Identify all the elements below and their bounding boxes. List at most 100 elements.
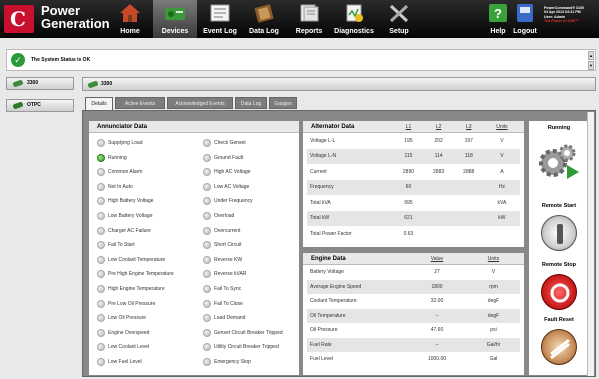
annunciator-label: Short Circuit bbox=[214, 242, 242, 249]
annunciator-label: Genset Circuit Breaker Tripped bbox=[214, 329, 283, 336]
annunciator-indicator: Reverse KW bbox=[203, 255, 242, 264]
status-led-icon bbox=[203, 270, 211, 279]
annunciator-indicator: High AC Voltage bbox=[203, 168, 250, 177]
status-led-icon bbox=[203, 328, 211, 337]
device-item-3300[interactable]: 3300 bbox=[6, 77, 74, 90]
annunciator-label: Emergency Stop bbox=[214, 359, 251, 365]
status-led-icon bbox=[203, 299, 211, 308]
nav-logout[interactable]: Logout bbox=[512, 0, 538, 38]
engine-cell-units: degF bbox=[467, 308, 520, 323]
device-item-otpc[interactable]: OTPC bbox=[6, 99, 74, 112]
alternator-row: Frequency 60 Hz bbox=[307, 179, 520, 195]
annunciator-label: Low Coolant Temperature bbox=[108, 256, 166, 263]
fault-reset-button[interactable] bbox=[541, 329, 577, 365]
nav-setup[interactable]: Setup bbox=[384, 0, 414, 38]
alternator-row: Current 2890 2883 2888 A bbox=[307, 164, 520, 180]
nav-home[interactable]: Home bbox=[113, 0, 147, 38]
transfer-switch-icon bbox=[12, 101, 24, 110]
status-led-icon bbox=[203, 285, 211, 293]
alternator-cell-units: V bbox=[483, 148, 520, 164]
annunciator-indicator: Fail To Sync bbox=[203, 285, 241, 293]
genset-state-label: Running bbox=[547, 125, 571, 131]
alternator-row: Total kW 621 kW bbox=[307, 210, 520, 226]
nav-reports[interactable]: Reports bbox=[291, 0, 327, 38]
annunciator-label: Low Battery Voltage bbox=[108, 213, 153, 219]
annunciator-label: Ground Fault bbox=[214, 154, 244, 161]
detail-tabs: Details Active Events Acknowledged Event… bbox=[82, 97, 596, 111]
tab-data-log[interactable]: Data Log bbox=[235, 97, 267, 109]
alternator-cell-l3: 197 bbox=[464, 137, 473, 144]
nav-diagnostics[interactable]: Diagnostics bbox=[330, 0, 378, 38]
annunciator-indicator: Load Demand bbox=[203, 314, 245, 323]
engine-row: Fuel Level 1000.00 Gal bbox=[307, 352, 520, 367]
annunciator-label: Fail To Sync bbox=[214, 286, 242, 292]
annunciator-panel: Annunciator Data Supplying Load Running Co… bbox=[89, 121, 299, 375]
engine-row: Oil Temperature -- degF bbox=[307, 308, 520, 323]
alternator-cell-units: kVA bbox=[497, 199, 507, 206]
annunciator-label: Charger AC Failure bbox=[108, 227, 151, 234]
setup-icon bbox=[389, 4, 409, 23]
annunciator-indicator: Fail To Close bbox=[203, 299, 243, 308]
alternator-cell-l2: 2883 bbox=[433, 168, 445, 175]
engine-header-units: Units bbox=[487, 256, 500, 262]
engine-cell-value: 27 bbox=[434, 269, 440, 276]
tab-gauges[interactable]: Gauges bbox=[269, 97, 297, 109]
alternator-table: L1 L2 L3 Units Voltage L-L 195 202 197 V Volt… bbox=[307, 121, 520, 242]
engine-row: Average Engine Speed 1800 rpm bbox=[307, 279, 520, 294]
start-icon bbox=[557, 224, 563, 244]
tab-details[interactable]: Details bbox=[85, 97, 113, 110]
annunciator-indicator: Reverse kVAR bbox=[203, 270, 247, 279]
engine-cell-label: Average Engine Speed bbox=[307, 279, 407, 294]
brand-title: Power Generation bbox=[41, 3, 110, 31]
annunciator-label: Low Fuel Level bbox=[108, 359, 142, 365]
alternator-cell-l1: 60 bbox=[393, 179, 424, 195]
top-navigation-bar: C Power Generation Home Devices Event Lo… bbox=[0, 0, 599, 38]
alternator-row: Voltage L-L 195 202 197 V bbox=[307, 133, 520, 149]
alternator-cell-l2 bbox=[424, 195, 454, 211]
device-list: 3300 OTPC bbox=[6, 77, 76, 377]
nav-help[interactable]: ? Help bbox=[488, 0, 508, 38]
annunciator-title: Annunciator Data bbox=[89, 121, 299, 133]
nav-data-log[interactable]: Data Log bbox=[245, 0, 283, 38]
annunciator-label: High Engine Temperature bbox=[108, 286, 165, 292]
content-scrollbar[interactable] bbox=[587, 112, 594, 376]
tab-active-events[interactable]: Active Events bbox=[115, 97, 165, 109]
status-led-icon bbox=[203, 153, 211, 162]
annunciator-label: Reverse kVAR bbox=[214, 271, 247, 278]
remote-start-button[interactable] bbox=[541, 215, 577, 251]
remote-stop-button[interactable] bbox=[541, 274, 577, 310]
logout-icon bbox=[517, 4, 533, 22]
event-log-icon bbox=[210, 4, 230, 22]
annunciator-indicator: Running bbox=[97, 153, 127, 162]
annunciator-indicator: Not In Auto bbox=[97, 182, 133, 191]
annunciator-indicator: Supplying Load bbox=[97, 139, 142, 147]
status-led-icon bbox=[203, 197, 211, 206]
nav-event-log[interactable]: Event Log bbox=[200, 0, 240, 38]
status-scroll-up-button[interactable]: ▲ bbox=[588, 51, 594, 60]
annunciator-indicator: Check Genset bbox=[203, 139, 246, 147]
device-header: 3300 bbox=[82, 77, 596, 91]
alternator-cell-label: Total Power Factor bbox=[310, 230, 352, 237]
data-log-icon bbox=[254, 4, 274, 23]
engine-cell-value: 32.00 bbox=[430, 298, 444, 305]
tab-acknowledged-events[interactable]: Acknowledged Events bbox=[167, 97, 233, 109]
status-led-icon bbox=[97, 182, 105, 191]
alternator-cell-units: V bbox=[500, 137, 504, 144]
status-led-icon bbox=[97, 255, 105, 264]
status-led-icon bbox=[97, 358, 105, 366]
alternator-cell-l2: 114 bbox=[423, 148, 454, 164]
cummins-logo: C bbox=[4, 5, 34, 33]
annunciator-indicator: Low Coolant Temperature bbox=[97, 255, 166, 264]
annunciator-label: Overload bbox=[214, 213, 235, 219]
annunciator-indicator: Pre Low Oil Pressure bbox=[97, 299, 155, 308]
alternator-cell-units: kW bbox=[483, 210, 520, 226]
nav-devices[interactable]: Devices bbox=[153, 0, 197, 38]
engine-cell-value: 47.60 bbox=[430, 327, 444, 334]
annunciator-label: Fail To Close bbox=[214, 300, 243, 307]
alternator-cell-label: Total kVA bbox=[310, 199, 331, 206]
status-scroll-down-button[interactable]: ▼ bbox=[588, 61, 594, 70]
alternator-cell-label: Voltage L-L bbox=[310, 137, 336, 144]
engine-cell-units: Gal/hr bbox=[467, 337, 520, 352]
home-icon bbox=[120, 4, 140, 22]
annunciator-indicator: High Engine Temperature bbox=[97, 285, 165, 293]
